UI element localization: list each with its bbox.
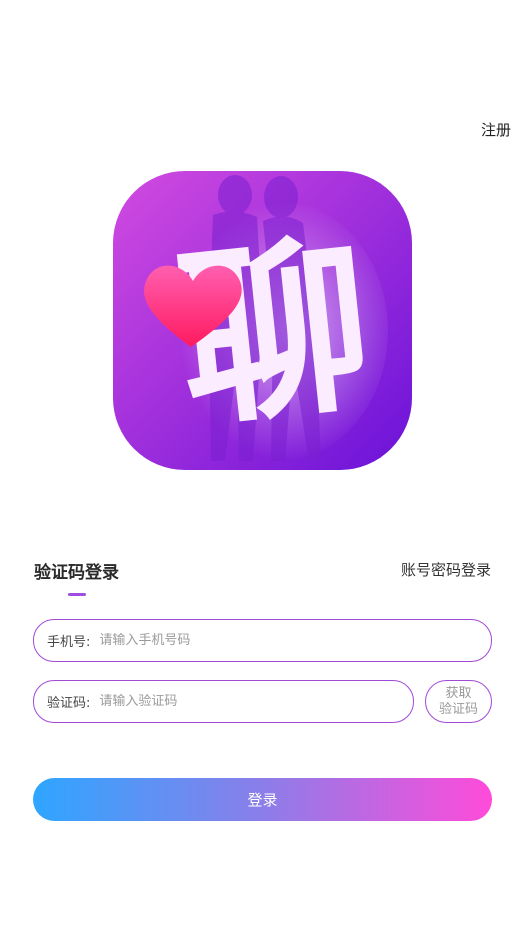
code-input[interactable]	[99, 694, 413, 709]
phone-input[interactable]	[99, 633, 491, 648]
tab-active-indicator	[68, 593, 86, 596]
code-label: 验证码:	[47, 696, 91, 711]
code-field[interactable]: 验证码:	[33, 680, 414, 723]
register-link[interactable]: 注册	[481, 119, 511, 140]
get-code-label-line1: 获取	[445, 685, 472, 701]
login-button[interactable]: 登录	[33, 778, 492, 821]
tab-password-login[interactable]: 账号密码登录	[401, 559, 491, 580]
phone-label: 手机号:	[47, 635, 91, 650]
tab-sms-login[interactable]: 验证码登录	[34, 558, 119, 583]
login-tabs: 验证码登录 账号密码登录	[34, 556, 491, 600]
app-logo: 聊	[113, 171, 412, 470]
get-code-button[interactable]: 获取 验证码	[425, 680, 492, 723]
get-code-label-line2: 验证码	[438, 701, 478, 717]
phone-field[interactable]: 手机号:	[33, 619, 492, 662]
